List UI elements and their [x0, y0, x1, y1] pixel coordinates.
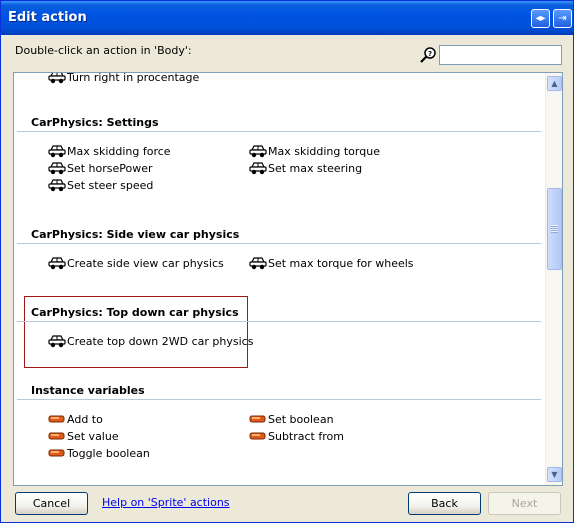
- variable-icon: [249, 412, 267, 426]
- car-icon: [249, 161, 267, 175]
- edit-action-dialog: Edit action ◂▸ ⇥ Double-click an action …: [0, 0, 574, 523]
- list-item-label: Max skidding force: [67, 144, 171, 158]
- list-item[interactable]: Create top down 2WD car physics: [48, 333, 253, 349]
- list-item-label: Turn right in procentage: [67, 72, 200, 84]
- title-bar[interactable]: Edit action ◂▸ ⇥: [1, 1, 573, 35]
- action-list[interactable]: Turn right in procentage CarPhysics: Set…: [13, 72, 563, 486]
- search-icon: ?: [420, 47, 436, 63]
- cancel-button[interactable]: Cancel: [15, 492, 88, 515]
- list-item[interactable]: Toggle boolean: [48, 445, 150, 461]
- restore-icon[interactable]: ◂▸: [531, 9, 550, 28]
- section-divider: [17, 321, 541, 322]
- list-item[interactable]: Turn right in procentage: [48, 72, 200, 85]
- section-header: CarPhysics: Top down car physics: [31, 306, 239, 319]
- window-title: Edit action: [8, 10, 87, 25]
- list-item-label: Set value: [67, 429, 119, 443]
- search-input[interactable]: [439, 45, 562, 65]
- car-icon: [48, 334, 66, 348]
- svg-text:?: ?: [428, 50, 432, 58]
- next-button[interactable]: Next: [488, 492, 561, 515]
- section-header: CarPhysics: Side view car physics: [31, 228, 240, 241]
- list-item[interactable]: Set boolean: [249, 411, 334, 427]
- car-icon: [48, 72, 66, 84]
- list-item-label: Create top down 2WD car physics: [67, 334, 254, 348]
- list-item-label: Set max steering: [268, 161, 363, 175]
- scroll-down-icon[interactable]: ▼: [547, 467, 562, 482]
- section-divider: [17, 243, 541, 244]
- car-icon: [249, 144, 267, 158]
- car-icon: [48, 256, 66, 270]
- list-item-label: Set steer speed: [67, 178, 154, 192]
- section-header: CarPhysics: Settings: [31, 116, 159, 129]
- list-item-label: Set boolean: [268, 412, 334, 426]
- list-item-label: Toggle boolean: [67, 446, 150, 460]
- list-item[interactable]: Max skidding torque: [249, 143, 380, 159]
- list-item[interactable]: Set steer speed: [48, 177, 153, 193]
- list-item-label: Set horsePower: [67, 161, 153, 175]
- list-item[interactable]: Set max torque for wheels: [249, 255, 414, 271]
- list-item[interactable]: Add to: [48, 411, 103, 427]
- car-icon: [48, 144, 66, 158]
- variable-icon: [249, 429, 267, 443]
- list-item[interactable]: Max skidding force: [48, 143, 171, 159]
- variable-icon: [48, 412, 66, 426]
- car-icon: [48, 178, 66, 192]
- list-item[interactable]: Set max steering: [249, 160, 362, 176]
- variable-icon: [48, 429, 66, 443]
- list-item[interactable]: Subtract from: [249, 428, 344, 444]
- section-header: Instance variables: [31, 384, 145, 397]
- scroll-up-icon[interactable]: ▲: [547, 76, 562, 91]
- back-button[interactable]: Back: [408, 492, 481, 515]
- list-item-label: Subtract from: [268, 429, 344, 443]
- exit-icon[interactable]: ⇥: [553, 9, 572, 28]
- grip-icon: [551, 225, 558, 233]
- help-link[interactable]: Help on 'Sprite' actions: [102, 496, 230, 509]
- car-icon: [249, 256, 267, 270]
- list-item-label: Set max torque for wheels: [268, 256, 414, 270]
- vertical-scrollbar[interactable]: ▲ ▼: [545, 73, 562, 485]
- action-list-content: Turn right in procentage CarPhysics: Set…: [14, 73, 546, 485]
- list-item[interactable]: Set value: [48, 428, 119, 444]
- list-item[interactable]: Create side view car physics: [48, 255, 224, 271]
- scroll-thumb[interactable]: [547, 188, 562, 270]
- list-item-label: Create side view car physics: [67, 256, 224, 270]
- instruction-label: Double-click an action in 'Body':: [15, 44, 192, 57]
- list-item[interactable]: Set horsePower: [48, 160, 153, 176]
- variable-icon: [48, 446, 66, 460]
- section-divider: [17, 131, 541, 132]
- section-divider: [17, 399, 541, 400]
- list-item-label: Add to: [67, 412, 103, 426]
- car-icon: [48, 161, 66, 175]
- list-item-label: Max skidding torque: [268, 144, 380, 158]
